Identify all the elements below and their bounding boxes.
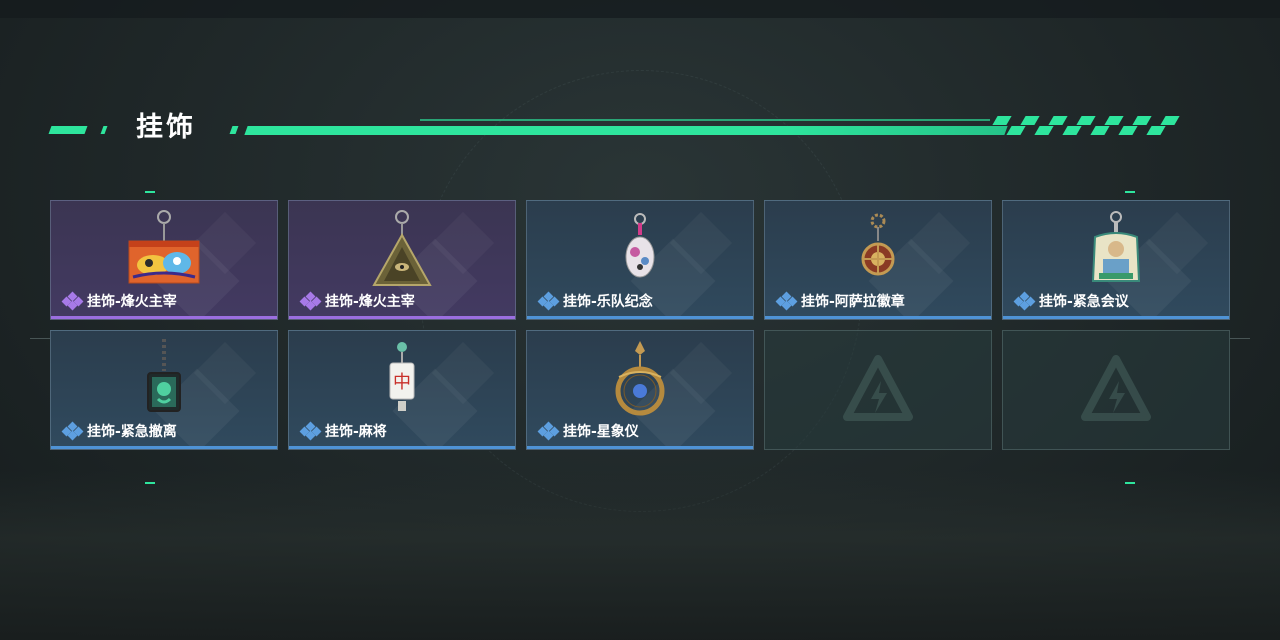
charm-grid: 挂饰-烽火主宰 挂饰-烽火主宰 挂饰-乐队纪念 挂饰-阿萨拉徽章 挂饰-紧急会议… [50, 200, 1230, 450]
charm-card[interactable]: 挂饰-紧急撤离 [50, 330, 278, 450]
side-rail-left [30, 338, 50, 339]
rarity-diamond-icon [775, 291, 798, 311]
grid-corner-mark [1125, 191, 1135, 193]
charm-name: 挂饰-烽火主宰 [87, 294, 177, 310]
charm-name: 挂饰-烽火主宰 [325, 294, 415, 310]
pyramid-charm-icon [372, 210, 432, 286]
section-title: 挂饰 [136, 112, 196, 143]
rarity-bar [289, 446, 515, 449]
charm-card[interactable]: 挂饰-烽火主宰 [288, 200, 516, 320]
charm-card[interactable]: 挂饰-星象仪 [526, 330, 754, 450]
header-thin-line [420, 119, 990, 121]
meeting-acrylic-charm-icon [1091, 211, 1141, 282]
charm-name: 挂饰-星象仪 [563, 424, 639, 440]
rarity-diamond-icon [61, 291, 84, 311]
evacuation-tag-charm-icon [147, 339, 181, 412]
empty-slot [764, 330, 992, 450]
charm-card[interactable]: 中 挂饰-麻将 [288, 330, 516, 450]
header-bar [244, 126, 1008, 135]
rarity-bar [51, 316, 277, 319]
grid-corner-mark [145, 191, 155, 193]
charm-name: 挂饰-阿萨拉徽章 [801, 294, 905, 310]
empty-slot [1002, 330, 1230, 450]
rarity-bar [527, 446, 753, 449]
rarity-bar [289, 316, 515, 319]
game-logo-icon [843, 355, 913, 421]
rarity-diamond-icon [537, 291, 560, 311]
grid-corner-mark [1125, 482, 1135, 484]
rarity-diamond-icon [537, 421, 560, 441]
svg-text:中: 中 [393, 372, 411, 393]
charm-card[interactable]: 挂饰-阿萨拉徽章 [764, 200, 992, 320]
header-dash [48, 126, 88, 134]
charm-card[interactable]: 挂饰-乐队纪念 [526, 200, 754, 320]
game-logo-icon [1081, 355, 1151, 421]
charm-name: 挂饰-乐队纪念 [563, 294, 653, 310]
rarity-bar [51, 446, 277, 449]
rarity-diamond-icon [299, 291, 322, 311]
side-rail-right [1230, 338, 1250, 339]
top-bar [0, 0, 1280, 18]
background-band [0, 470, 1280, 640]
section-header: 挂饰 [48, 108, 1210, 148]
graffiti-crate-charm-icon [128, 210, 200, 284]
charm-name: 挂饰-麻将 [325, 424, 387, 440]
charm-name: 挂饰-紧急会议 [1039, 294, 1129, 310]
header-dash [100, 126, 108, 134]
rarity-bar [1003, 316, 1229, 319]
rarity-bar [527, 316, 753, 319]
charm-card[interactable]: 挂饰-烽火主宰 [50, 200, 278, 320]
astrolabe-charm-icon [615, 341, 665, 416]
rarity-diamond-icon [1013, 291, 1036, 311]
mahjong-tile-charm-icon: 中 [389, 342, 415, 411]
rarity-diamond-icon [299, 421, 322, 441]
charm-name: 挂饰-紧急撤离 [87, 424, 177, 440]
header-dash [229, 126, 239, 134]
charm-card[interactable]: 挂饰-紧急会议 [1002, 200, 1230, 320]
band-badge-charm-icon [625, 213, 655, 278]
asala-medal-charm-icon [861, 213, 895, 276]
grid-corner-mark [145, 482, 155, 484]
header-checker-pattern [992, 116, 1205, 136]
rarity-bar [765, 316, 991, 319]
rarity-diamond-icon [61, 421, 84, 441]
